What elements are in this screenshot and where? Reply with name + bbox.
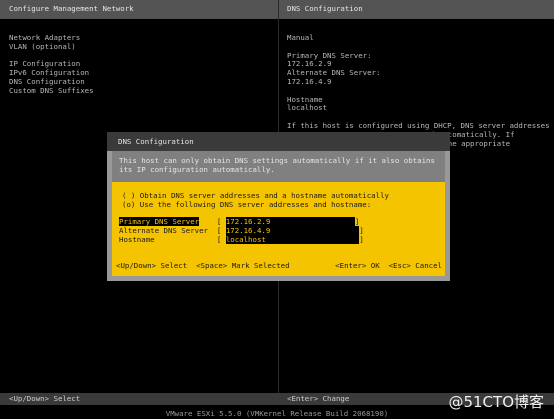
dialog-body: ( ) Obtain DNS server addresses and a ho… [112, 182, 445, 276]
right-panel-title: DNS Configuration [287, 4, 363, 13]
ok-button[interactable]: <Enter> [335, 261, 366, 270]
radio-use-following[interactable]: (o) Use the following DNS server address… [122, 200, 371, 210]
footer-select-hint: <Up/Down> Select [9, 394, 81, 403]
dialog-footer-right: <Enter> OK <Esc> Cancel [335, 261, 442, 271]
menu-item-vlan[interactable]: VLAN (optional) [9, 42, 94, 52]
dialog-title: DNS Configuration [118, 137, 194, 146]
dialog-info-box: This host can only obtain DNS settings a… [112, 151, 445, 182]
alternate-dns-value: 172.16.4.9 [287, 76, 332, 86]
watermark: @51CTO博客 [448, 393, 544, 411]
ok-text: OK [370, 261, 380, 270]
version-status: VMware ESXi 5.5.0 (VMKernel Release Buil… [165, 409, 389, 418]
screen-title: Configure Management Network [9, 4, 134, 13]
menu-item-custom-dns-suffixes[interactable]: Custom DNS Suffixes [9, 86, 94, 96]
dialog-title-bar: DNS Configuration [107, 132, 450, 151]
cancel-text: Cancel [415, 261, 442, 270]
dialog-footer-left: <Up/Down> Select <Space> Mark Selected [116, 261, 290, 271]
key-updown: <Up/Down> [116, 261, 157, 270]
hostname-value: localhost [287, 103, 328, 113]
config-menu: Network Adapters VLAN (optional) IP Conf… [9, 33, 94, 96]
primary-dns-field-label: Primary DNS Server [119, 217, 200, 226]
key-updown-text: Select [160, 261, 188, 270]
key-space: <Space> [196, 261, 228, 270]
primary-dns-input[interactable]: 172.16.2.9 [225, 217, 271, 226]
dns-mode: Manual [287, 33, 314, 42]
hostname-row[interactable]: Hostname [ localhost ] [119, 235, 364, 245]
dialog-info-line2: its IP configuration automatically. [119, 165, 275, 174]
alternate-dns-field-label: Alternate DNS Server [119, 226, 208, 235]
footer-change-hint: <Enter> Change [287, 394, 350, 403]
cancel-button[interactable]: <Esc> [389, 261, 411, 270]
hostname-input[interactable]: localhost [225, 235, 266, 244]
hostname-field-label: Hostname [119, 235, 155, 244]
alternate-dns-input[interactable]: 172.16.4.9 [225, 226, 271, 235]
key-space-text: Mark Selected [231, 261, 290, 270]
